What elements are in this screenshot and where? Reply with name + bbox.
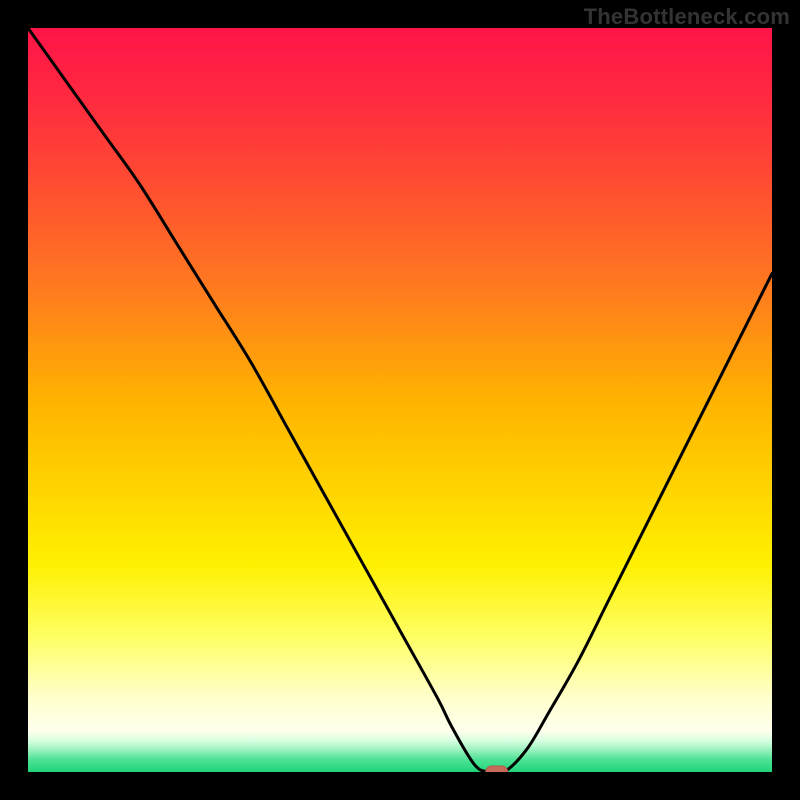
optimal-point-marker xyxy=(486,766,508,772)
bottleneck-chart xyxy=(28,28,772,772)
chart-frame: TheBottleneck.com xyxy=(0,0,800,800)
plot-area xyxy=(28,28,772,772)
watermark-text: TheBottleneck.com xyxy=(584,4,790,30)
gradient-background xyxy=(28,28,772,772)
